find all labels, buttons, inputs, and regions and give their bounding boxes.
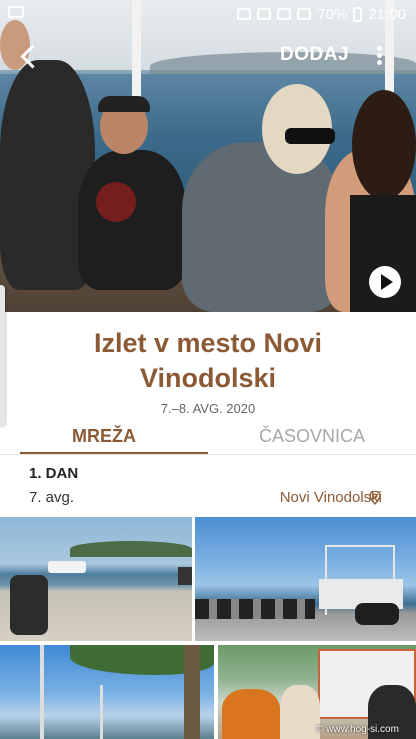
photo-motorcycle [355,603,399,625]
more-vert-icon[interactable] [372,44,386,68]
battery-icon [353,6,363,22]
album-screen: 70% 21:00 DODAJ Izlet v mesto Novi Vinod… [0,0,416,739]
photo-person [78,150,186,290]
photo-motorcycles [195,599,315,619]
location-link[interactable]: Novi Vinodolski [280,489,382,506]
photo-bin [178,567,192,585]
photo-motorcycle [10,575,48,635]
top-action-bar: DODAJ [0,36,416,76]
photo-boat [48,561,86,573]
photo-shirt-logo [96,182,136,222]
photo-sunglasses [285,128,335,144]
grid-photo[interactable] [0,517,192,641]
play-icon[interactable] [369,266,401,298]
photo-mast [100,685,103,739]
vibrate-icon [257,8,272,20]
battery-percent: 70% [317,5,348,23]
photo-tree-trunk [184,645,200,739]
album-dates: 7.–8. AVG. 2020 [160,401,256,416]
signal-icon [297,8,312,20]
photo-person-head [352,90,416,200]
back-arrow-icon[interactable] [18,44,42,68]
day-title: 1. DAN [29,465,79,482]
status-bar: 70% 21:00 [0,0,416,28]
photo-person [280,685,320,739]
view-tabs: MREŽA ČASOVNICA [0,418,416,454]
location-pin-icon[interactable] [369,491,381,505]
grid-photo[interactable] [195,517,416,641]
grid-photo[interactable] [0,645,214,739]
day-date: 7. avg. [29,489,75,506]
wifi-icon [277,8,292,20]
photo-person [182,142,342,312]
photo-hill [70,541,192,557]
alarm-icon [237,8,252,20]
album-title: Izlet v mesto Novi Vinodolski [93,328,323,393]
tabs-divider [0,454,416,455]
clock: 21:00 [368,5,406,23]
mail-icon [8,6,24,18]
photo-cap [98,96,150,112]
tab-grid[interactable]: MREŽA [0,418,208,454]
hero-photo[interactable]: 70% 21:00 DODAJ [0,0,416,312]
photo-mast [40,645,44,739]
tab-timeline[interactable]: ČASOVNICA [208,418,416,454]
watermark: © www.hog-si.com [316,724,399,735]
photo-person [222,689,280,739]
add-button[interactable]: DODAJ [280,44,349,66]
